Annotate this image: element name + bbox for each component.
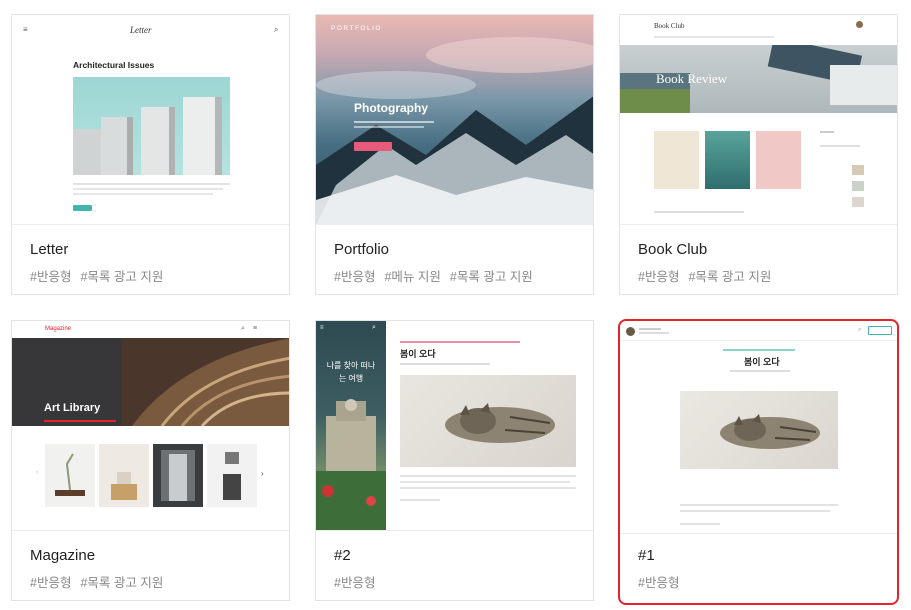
theme-card-letter[interactable]: ≡ Letter ⌕ Architectural Issues Letter #… bbox=[11, 14, 290, 295]
avatar bbox=[345, 399, 357, 411]
menu-icon: ≡ bbox=[320, 325, 324, 331]
product-image bbox=[207, 444, 257, 507]
architecture-image bbox=[73, 77, 230, 175]
tag: #반응형 bbox=[638, 576, 680, 590]
theme-tags: #반응형 #목록 광고 지원 bbox=[30, 572, 279, 591]
theme-name: Magazine bbox=[30, 547, 96, 564]
preview-heading: Photography bbox=[354, 101, 428, 115]
cat-image bbox=[400, 375, 576, 467]
theme-tags: #반응형 #목록 광고 지원 bbox=[638, 266, 887, 285]
product-image bbox=[153, 444, 203, 507]
theme-card-portfolio[interactable]: PORTFOLIO Photography Portfolio #반응형 #메뉴 … bbox=[315, 14, 594, 295]
tag: #반응형 bbox=[30, 576, 72, 590]
search-icon: ⌕ bbox=[274, 25, 279, 34]
theme-preview-magazine: Magazine ⌕ ≡ Art Library ‹ › bbox=[12, 321, 289, 531]
theme-preview-letter: ≡ Letter ⌕ Architectural Issues bbox=[12, 15, 289, 225]
product-image bbox=[45, 444, 95, 507]
menu-icon: ≡ bbox=[253, 325, 258, 332]
preview-brand: PORTFOLIO bbox=[331, 25, 382, 32]
tag: #목록 광고 지원 bbox=[449, 270, 533, 284]
avatar bbox=[856, 21, 863, 28]
theme-name: Book Club bbox=[638, 241, 708, 258]
theme-name: #2 bbox=[334, 547, 351, 564]
carousel-next-icon: › bbox=[261, 469, 264, 478]
preview-brand: Magazine bbox=[45, 326, 72, 332]
preview-banner: Book Review bbox=[656, 71, 728, 86]
tag: #반응형 bbox=[334, 576, 376, 590]
avatar bbox=[626, 327, 635, 336]
theme-card-2[interactable]: ≡ ⌕ 나를 찾아 떠나는 여행 봄이 오다 #2 #반응형 bbox=[315, 320, 594, 601]
tag: #목록 광고 지원 bbox=[80, 576, 164, 590]
tag: #반응형 bbox=[30, 270, 72, 284]
product-image bbox=[99, 444, 149, 507]
cat-image bbox=[680, 391, 838, 469]
read-more-button bbox=[73, 205, 92, 211]
theme-preview-book-club: Book Club Book Review bbox=[620, 15, 897, 225]
theme-tags: #반응형 bbox=[334, 572, 583, 591]
search-icon: ⌕ bbox=[372, 324, 376, 331]
sidebar-title: 나를 찾아 떠나는 여행 bbox=[326, 361, 376, 383]
subscribe-button bbox=[868, 326, 892, 335]
book-cover bbox=[654, 131, 699, 189]
theme-card-book-club[interactable]: Book Club Book Review Book Club #반응형 #목록 … bbox=[619, 14, 898, 295]
search-icon: ⌕ bbox=[858, 327, 862, 333]
carousel-prev-icon: ‹ bbox=[36, 469, 39, 476]
tag: #반응형 bbox=[334, 270, 376, 284]
theme-card-magazine[interactable]: Magazine ⌕ ≡ Art Library ‹ › Magazine #반… bbox=[11, 320, 290, 601]
theme-tags: #반응형 bbox=[638, 572, 887, 591]
book-cover bbox=[705, 131, 750, 189]
theme-tags: #반응형 #목록 광고 지원 bbox=[30, 266, 279, 285]
book-cover bbox=[756, 131, 801, 189]
theme-preview-1: ⌕ 봄이 오다 bbox=[620, 321, 897, 534]
theme-name: Portfolio bbox=[334, 241, 390, 258]
preview-post-title: 봄이 오다 bbox=[400, 349, 436, 359]
sidebar-panel: ≡ ⌕ 나를 찾아 떠나는 여행 bbox=[316, 321, 386, 530]
theme-card-1[interactable]: ⌕ 봄이 오다 #1 #반응형 bbox=[618, 319, 899, 605]
preview-brand: Book Club bbox=[654, 22, 685, 30]
menu-icon: ≡ bbox=[23, 25, 28, 34]
preview-brand: Letter bbox=[130, 25, 152, 35]
theme-preview-2: ≡ ⌕ 나를 찾아 떠나는 여행 봄이 오다 bbox=[316, 321, 593, 531]
preview-post-title: Architectural Issues bbox=[73, 60, 155, 70]
theme-preview-portfolio: PORTFOLIO Photography bbox=[316, 15, 593, 225]
tag: #반응형 bbox=[638, 270, 680, 284]
banner-image: Book Review bbox=[620, 45, 897, 113]
tag: #메뉴 지원 bbox=[384, 270, 441, 284]
preview-banner: Art Library bbox=[44, 402, 101, 414]
theme-name: #1 bbox=[638, 547, 655, 564]
banner-image: Art Library bbox=[12, 338, 289, 426]
search-icon: ⌕ bbox=[241, 325, 245, 332]
cta-button bbox=[354, 142, 392, 151]
tag: #목록 광고 지원 bbox=[80, 270, 164, 284]
theme-tags: #반응형 #메뉴 지원 #목록 광고 지원 bbox=[334, 266, 583, 285]
theme-name: Letter bbox=[30, 241, 69, 258]
preview-post-title: 봄이 오다 bbox=[744, 357, 780, 367]
tag: #목록 광고 지원 bbox=[688, 270, 772, 284]
